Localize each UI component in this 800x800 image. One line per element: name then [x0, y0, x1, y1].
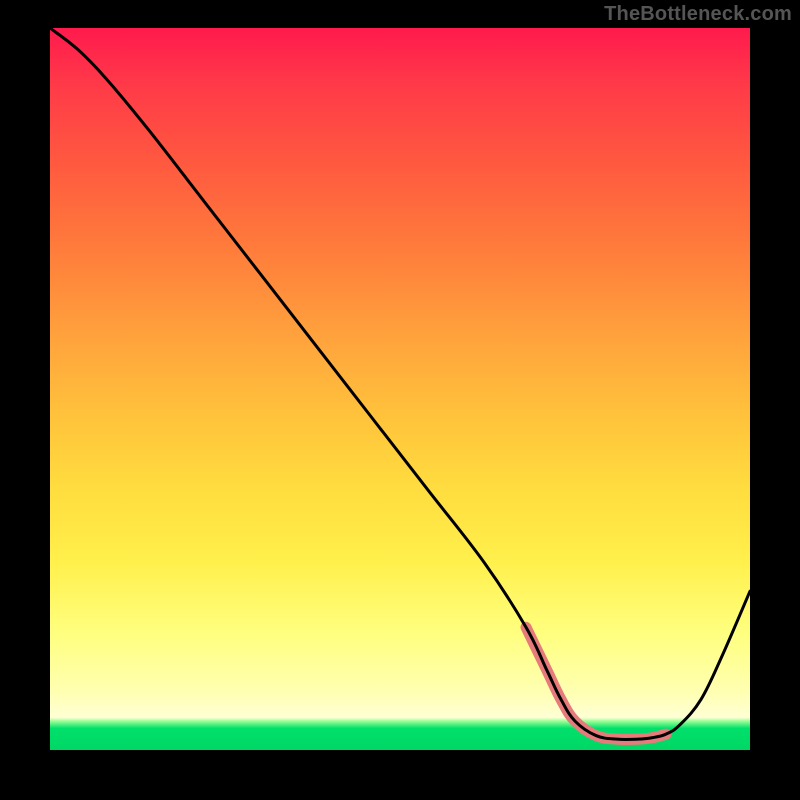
chart-frame: TheBottleneck.com — [0, 0, 800, 800]
highlight-region-path — [526, 627, 666, 739]
watermark-text: TheBottleneck.com — [604, 0, 792, 28]
curve-svg — [50, 28, 750, 750]
bottleneck-curve — [50, 28, 750, 740]
plot-area — [50, 28, 750, 750]
